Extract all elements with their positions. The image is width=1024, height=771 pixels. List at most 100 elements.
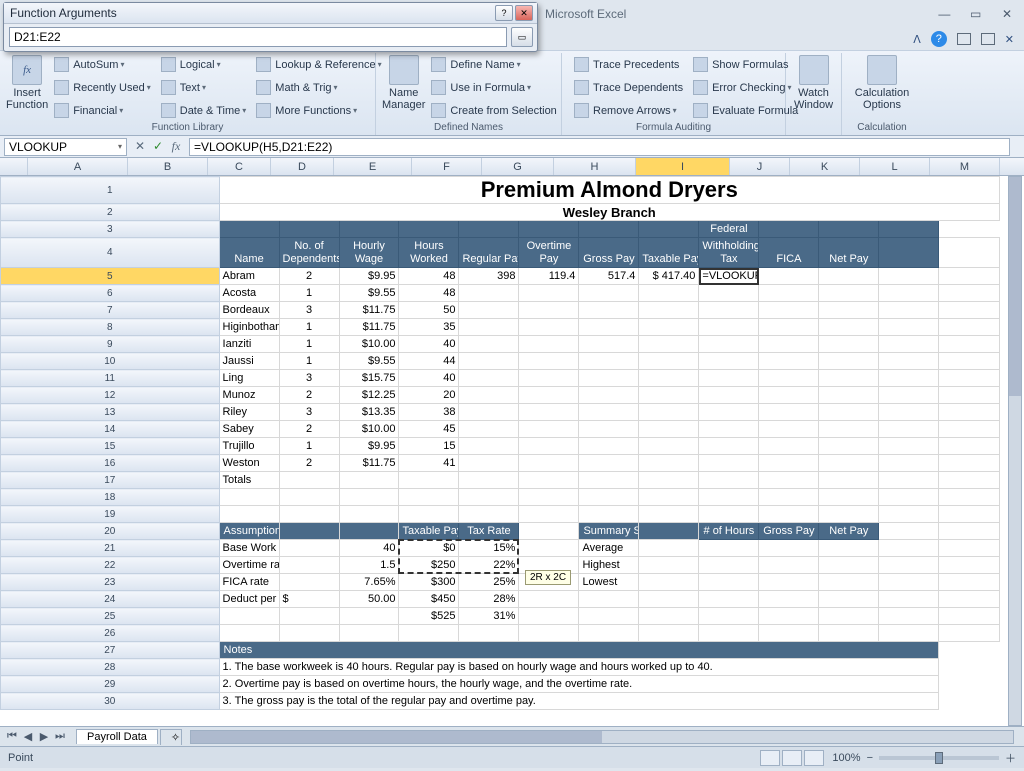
cell[interactable] [639, 506, 699, 523]
cell[interactable] [639, 319, 699, 336]
cell[interactable] [699, 319, 759, 336]
header-cell[interactable]: Taxable Pay [639, 238, 699, 268]
function-argument-input[interactable] [9, 27, 507, 47]
window-icon[interactable] [957, 33, 971, 45]
cell[interactable] [819, 625, 879, 642]
cell[interactable] [459, 472, 519, 489]
cell[interactable] [699, 421, 759, 438]
cell[interactable] [939, 319, 1000, 336]
financial-button[interactable]: Financial▾ [50, 100, 155, 122]
col-H[interactable]: H [554, 158, 636, 175]
enter-formula-icon[interactable]: ✓ [149, 139, 167, 154]
cell[interactable] [939, 438, 1000, 455]
cell[interactable]: 20 [399, 387, 459, 404]
cell[interactable] [639, 285, 699, 302]
cell[interactable]: 1 [279, 336, 339, 353]
cell[interactable] [219, 506, 279, 523]
cell[interactable] [879, 455, 939, 472]
cell[interactable] [519, 421, 579, 438]
tab-payroll-data[interactable]: Payroll Data [76, 729, 158, 744]
cell[interactable] [399, 472, 459, 489]
lookup-ref-button[interactable]: Lookup & Reference▾ [252, 54, 385, 76]
cell[interactable] [459, 438, 519, 455]
cell[interactable]: 48 [399, 268, 459, 285]
cell[interactable] [759, 302, 819, 319]
cell[interactable] [879, 404, 939, 421]
cell[interactable]: $10.00 [339, 421, 399, 438]
cell[interactable] [879, 221, 939, 238]
cell[interactable]: $9.95 [339, 438, 399, 455]
insert-function-button[interactable]: fx Insert Function [6, 53, 48, 122]
cell[interactable] [459, 353, 519, 370]
cell[interactable] [519, 353, 579, 370]
cell[interactable] [879, 421, 939, 438]
header-cell[interactable]: HoursWorked [399, 238, 459, 268]
trace-dependents-button[interactable]: Trace Dependents [570, 77, 687, 99]
col-E[interactable]: E [334, 158, 412, 175]
row-header[interactable]: 11 [1, 370, 220, 387]
cell[interactable] [459, 387, 519, 404]
cell[interactable] [819, 438, 879, 455]
cell[interactable] [939, 268, 1000, 285]
formula-input[interactable]: =VLOOKUP(H5,D21:E22) [189, 138, 1010, 156]
cell[interactable]: $9.95 [339, 268, 399, 285]
cell[interactable]: $10.00 [339, 336, 399, 353]
cell[interactable] [639, 472, 699, 489]
cell[interactable] [699, 370, 759, 387]
cell[interactable] [759, 421, 819, 438]
cell[interactable] [819, 302, 879, 319]
math-trig-button[interactable]: Math & Trig▾ [252, 77, 385, 99]
define-name-button[interactable]: Define Name▾ [427, 54, 560, 76]
cell[interactable] [759, 489, 819, 506]
cell[interactable] [819, 472, 879, 489]
row-header[interactable]: 1 [1, 177, 220, 204]
cell[interactable] [759, 353, 819, 370]
cell[interactable] [819, 455, 879, 472]
row-header[interactable]: 18 [1, 489, 220, 506]
cell[interactable] [279, 472, 339, 489]
cell[interactable] [879, 506, 939, 523]
col-G[interactable]: G [482, 158, 554, 175]
header-cell[interactable]: FICA [759, 238, 819, 268]
row-header[interactable]: 3 [1, 221, 220, 238]
row-header[interactable]: 14 [1, 421, 220, 438]
cell[interactable] [879, 625, 939, 642]
cell[interactable] [639, 625, 699, 642]
row-header[interactable]: 15 [1, 438, 220, 455]
cell[interactable] [519, 387, 579, 404]
cell[interactable] [879, 387, 939, 404]
tab-prev-icon[interactable]: ◀ [20, 730, 36, 743]
watch-window-button[interactable]: Watch Window [792, 53, 835, 133]
cell[interactable] [939, 285, 1000, 302]
help-button[interactable]: ? [495, 5, 513, 21]
cell[interactable] [459, 625, 519, 642]
cell[interactable] [939, 387, 1000, 404]
cell[interactable] [519, 336, 579, 353]
cell[interactable] [759, 336, 819, 353]
cell[interactable]: Munoz [219, 387, 279, 404]
cell[interactable] [819, 506, 879, 523]
cell[interactable]: $ 417.40 [639, 268, 699, 285]
cell[interactable] [279, 506, 339, 523]
trace-precedents-button[interactable]: Trace Precedents [570, 54, 687, 76]
cell[interactable]: 40 [399, 336, 459, 353]
header-cell[interactable]: Regular Pay [459, 238, 519, 268]
cell[interactable] [939, 353, 1000, 370]
col-M[interactable]: M [930, 158, 1000, 175]
horizontal-scrollbar[interactable] [190, 730, 1014, 744]
col-J[interactable]: J [730, 158, 790, 175]
close-window-button[interactable]: ✕ [994, 5, 1020, 23]
cell[interactable] [279, 221, 339, 238]
cell[interactable] [579, 221, 639, 238]
cell[interactable]: Riley [219, 404, 279, 421]
cell[interactable] [879, 285, 939, 302]
cell[interactable] [819, 221, 879, 238]
cell[interactable] [639, 221, 699, 238]
cell[interactable] [219, 221, 279, 238]
cell[interactable]: Weston [219, 455, 279, 472]
cell[interactable] [639, 438, 699, 455]
row-header[interactable]: 5 [1, 268, 220, 285]
cell[interactable] [339, 625, 399, 642]
cell[interactable]: 119.4 [519, 268, 579, 285]
cell[interactable]: Premium Almond Dryers [219, 177, 999, 204]
